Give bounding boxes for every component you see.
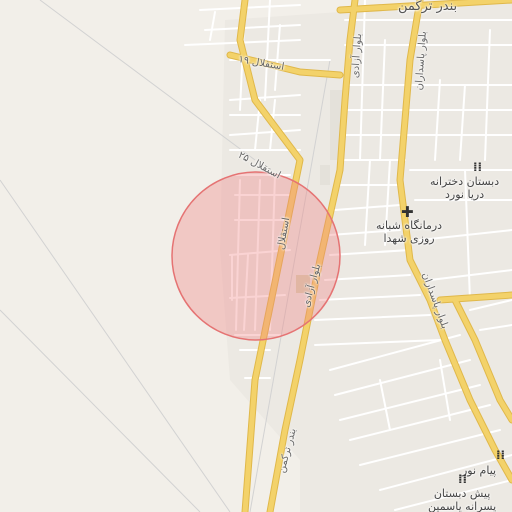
- poi-label-boys-school[interactable]: پیش دبستان پسرانه یاسمین: [428, 487, 496, 512]
- street-label-city-top: بندر ترکمن: [398, 0, 458, 14]
- poi-label-clinic[interactable]: درمانگاه شبانه روزی شهدا: [376, 219, 442, 245]
- school-icon[interactable]: ⁞⁞: [496, 448, 505, 462]
- map-view[interactable]: بندر ترکمن استقلال ۱۹ استقلال ۲۵ استقلال…: [0, 0, 512, 512]
- school-icon[interactable]: ⁞⁞: [458, 472, 467, 486]
- map-canvas: [0, 0, 512, 512]
- highlight-circle[interactable]: [171, 171, 341, 341]
- school-icon[interactable]: ⁞⁞: [473, 160, 482, 174]
- poi-label-girls-school[interactable]: دبستان دخترانه دریا نورد: [430, 175, 499, 201]
